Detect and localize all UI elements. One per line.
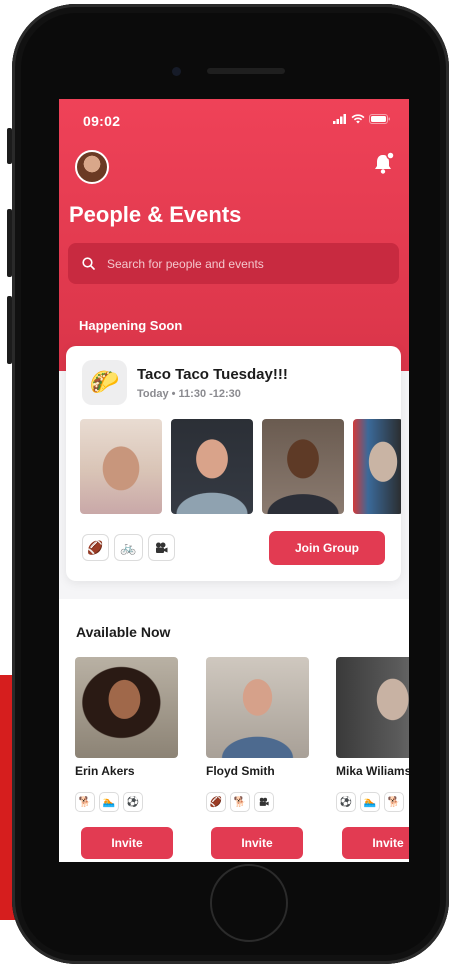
battery-icon xyxy=(369,114,390,124)
dog-icon: 🐕 xyxy=(75,792,95,812)
event-card[interactable]: 🌮 Taco Taco Tuesday!!! Today • 11:30 -12… xyxy=(66,346,401,581)
front-camera xyxy=(172,67,181,76)
event-time: Today • 11:30 -12:30 xyxy=(137,388,241,400)
person-tags: 🐕 🏊 ⚽ xyxy=(75,792,178,812)
volume-down-button xyxy=(7,296,12,364)
taco-icon: 🌮 xyxy=(82,360,127,405)
event-attendee-photos[interactable] xyxy=(80,419,401,514)
video-camera-icon xyxy=(254,792,274,812)
user-avatar[interactable] xyxy=(75,150,109,184)
event-tags: 🏈 🚲 xyxy=(82,534,175,561)
join-group-button[interactable]: Join Group xyxy=(269,531,385,565)
status-icons xyxy=(333,114,391,124)
happening-soon-heading: Happening Soon xyxy=(79,318,183,333)
person-tags: 🏈 🐕 xyxy=(206,792,309,812)
person-photo[interactable] xyxy=(336,657,409,758)
available-now-heading: Available Now xyxy=(76,624,171,640)
person-card-mika[interactable]: Mika Wiliamson ⚽ 🏊 🐕 xyxy=(336,657,409,812)
search-icon xyxy=(82,257,95,270)
search-input[interactable] xyxy=(105,255,379,272)
person-photo-1[interactable] xyxy=(80,419,162,514)
bicycle-icon: 🚲 xyxy=(114,534,143,561)
person-card-floyd[interactable]: Floyd Smith 🏈 🐕 xyxy=(206,657,309,812)
signal-icon xyxy=(333,114,346,124)
swimmer-icon: 🏊 xyxy=(360,792,380,812)
mute-switch xyxy=(7,128,12,164)
wifi-icon xyxy=(351,114,365,124)
swimmer-icon: 🏊 xyxy=(99,792,119,812)
person-photo[interactable] xyxy=(206,657,309,758)
invite-button-erin[interactable]: Invite xyxy=(81,827,173,859)
available-now-section: Available Now Erin Akers 🐕 🏊 ⚽ Invite Fl… xyxy=(59,599,409,862)
person-name: Erin Akers xyxy=(75,764,135,778)
app-screen: 09:02 People & Events Search for people … xyxy=(59,99,409,862)
bell-icon[interactable] xyxy=(373,151,395,175)
person-photo-2[interactable] xyxy=(171,419,253,514)
dog-icon: 🐕 xyxy=(230,792,250,812)
event-title: Taco Taco Tuesday!!! xyxy=(137,366,288,383)
status-time: 09:02 xyxy=(83,113,121,129)
person-photo-4[interactable] xyxy=(353,419,401,514)
football-icon: 🏈 xyxy=(206,792,226,812)
person-photo[interactable] xyxy=(75,657,178,758)
earpiece-speaker xyxy=(207,68,285,74)
person-name: Mika Wiliamson xyxy=(336,764,409,778)
person-card-erin[interactable]: Erin Akers 🐕 🏊 ⚽ xyxy=(75,657,178,812)
football-icon: 🏈 xyxy=(82,534,109,561)
soccer-icon: ⚽ xyxy=(123,792,143,812)
person-photo-3[interactable] xyxy=(262,419,344,514)
header: 09:02 People & Events Search for people … xyxy=(59,99,409,371)
invite-button-floyd[interactable]: Invite xyxy=(211,827,303,859)
volume-up-button xyxy=(7,209,12,277)
page-title: People & Events xyxy=(69,202,242,227)
person-tags: ⚽ 🏊 🐕 xyxy=(336,792,409,812)
search-bar[interactable] xyxy=(68,243,399,284)
soccer-icon: ⚽ xyxy=(336,792,356,812)
invite-button-mika[interactable]: Invite xyxy=(342,827,409,859)
home-button[interactable] xyxy=(210,864,288,942)
video-camera-icon xyxy=(148,534,175,561)
person-name: Floyd Smith xyxy=(206,764,275,778)
dog-icon: 🐕 xyxy=(384,792,404,812)
